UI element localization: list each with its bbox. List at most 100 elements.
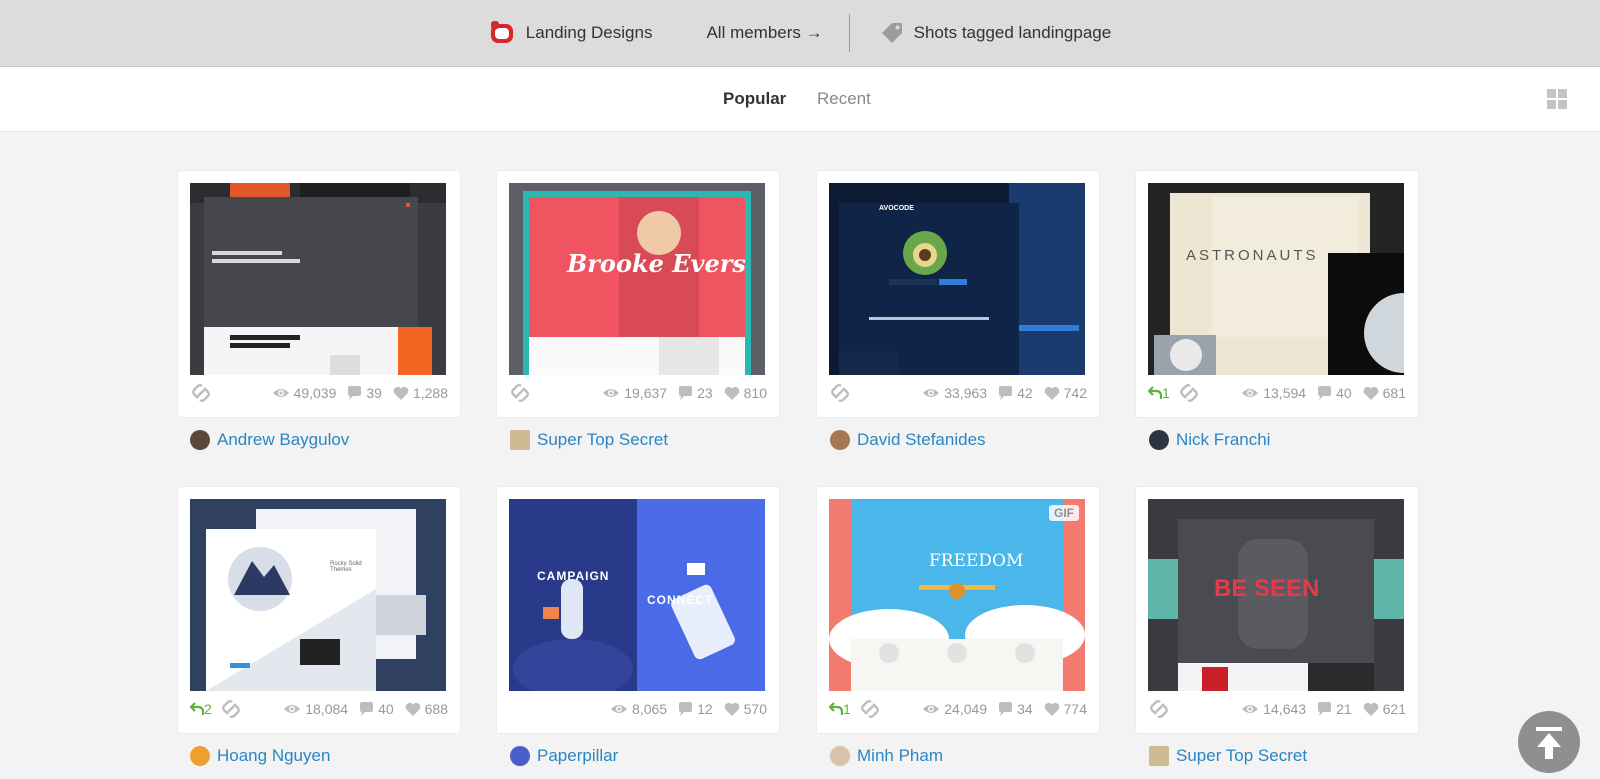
like-button[interactable]: 688 xyxy=(405,701,448,717)
shot-thumbnail[interactable]: Rocky Solid Themes xyxy=(190,499,446,691)
thumb-title: AVOCODE xyxy=(879,205,914,212)
attachment-link-icon[interactable] xyxy=(1148,698,1170,720)
avatar xyxy=(510,746,530,766)
comments-count: 21 xyxy=(1317,701,1352,717)
heart-icon xyxy=(1363,386,1378,400)
shot-card: CAMPAIGN CONNECT 8,065 12 570 xyxy=(497,487,779,733)
shot-stats: 2 18,084 40 688 xyxy=(190,696,448,722)
attachment-link-icon[interactable] xyxy=(829,382,851,404)
thumb-title: Rocky Solid Themes xyxy=(330,561,362,573)
shot-author[interactable]: Super Top Secret xyxy=(1149,746,1307,766)
team-logo-icon xyxy=(490,21,513,43)
like-button[interactable]: 810 xyxy=(724,385,767,401)
shot-thumbnail[interactable]: BE SEEN xyxy=(1148,499,1404,691)
comment-icon xyxy=(999,702,1013,716)
like-button[interactable]: 570 xyxy=(724,701,767,717)
tag-link[interactable]: Shots tagged landingpage xyxy=(878,19,1111,47)
shot-author[interactable]: Andrew Baygulov xyxy=(190,430,349,450)
shot-stats: 8,065 12 570 xyxy=(509,696,767,722)
shot-stats: 14,643 21 621 xyxy=(1148,696,1406,722)
team-link[interactable]: Landing Designs xyxy=(489,20,652,46)
avatar xyxy=(1149,746,1169,766)
comment-icon xyxy=(348,386,362,400)
thumb-title: FREEDOM xyxy=(929,551,1024,571)
comments-count: 12 xyxy=(678,701,713,717)
eye-icon xyxy=(611,705,628,713)
shot-author[interactable]: Hoang Nguyen xyxy=(190,746,330,766)
thumb-title: ASTRONAUTS xyxy=(1186,247,1319,264)
comments-count: 40 xyxy=(359,701,394,717)
shot-card: BE SEEN 14,643 21 621 xyxy=(1136,487,1418,733)
tag-icon xyxy=(881,23,902,43)
like-button[interactable]: 1,288 xyxy=(393,385,448,401)
heart-icon xyxy=(405,702,420,716)
views-count: 19,637 xyxy=(602,385,667,401)
shot-stats: 49,039 39 1,288 xyxy=(190,380,448,406)
like-button[interactable]: 742 xyxy=(1044,385,1087,401)
avatar xyxy=(830,430,850,450)
heart-icon xyxy=(1363,702,1378,716)
shot-thumbnail[interactable]: AVOCODE xyxy=(829,183,1085,375)
eye-icon xyxy=(272,389,289,397)
shot-author[interactable]: Super Top Secret xyxy=(510,430,668,450)
attachment-link-icon[interactable] xyxy=(509,382,531,404)
comment-icon xyxy=(679,702,693,716)
comment-icon xyxy=(679,386,693,400)
thumb-title: CONNECT xyxy=(647,593,714,607)
shot-thumbnail[interactable] xyxy=(190,183,446,375)
gif-badge: GIF xyxy=(1049,505,1079,521)
shot-thumbnail[interactable]: CAMPAIGN CONNECT xyxy=(509,499,765,691)
rebound-count[interactable]: 1 xyxy=(1148,385,1170,401)
heart-icon xyxy=(724,386,739,400)
attachment-link-icon[interactable] xyxy=(220,698,242,720)
shot-thumbnail[interactable]: FREEDOM GIF xyxy=(829,499,1085,691)
tab-recent[interactable]: Recent xyxy=(817,89,871,109)
all-members-link[interactable]: All members → xyxy=(706,23,822,43)
views-count: 49,039 xyxy=(272,385,336,401)
views-count: 33,963 xyxy=(922,385,987,401)
like-button[interactable]: 774 xyxy=(1044,701,1087,717)
arrow-up-icon xyxy=(1536,727,1562,759)
avatar xyxy=(190,746,210,766)
tab-popular[interactable]: Popular xyxy=(723,89,786,109)
shot-thumbnail[interactable]: ASTRONAUTS xyxy=(1148,183,1404,375)
attachment-link-icon[interactable] xyxy=(190,382,212,404)
team-header: Landing Designs All members → Shots tagg… xyxy=(0,0,1600,67)
eye-icon xyxy=(284,705,301,713)
eye-icon xyxy=(923,389,940,397)
rebound-arrow-icon xyxy=(829,702,843,715)
thumb-title: BE SEEN xyxy=(1214,575,1320,602)
rebound-count[interactable]: 1 xyxy=(829,701,851,717)
shot-thumbnail[interactable]: Brooke Evers xyxy=(509,183,765,375)
sort-tabs: Popular Recent xyxy=(0,67,1600,132)
shot-card: ASTRONAUTS 1 13,594 40 681 xyxy=(1136,171,1418,417)
attachment-link-icon[interactable] xyxy=(1178,382,1200,404)
shot-card: 49,039 39 1,288 xyxy=(178,171,460,417)
shot-author[interactable]: David Stefanides xyxy=(830,430,986,450)
heart-icon xyxy=(1044,702,1059,716)
shot-author[interactable]: Paperpillar xyxy=(510,746,618,766)
views-count: 14,643 xyxy=(1241,701,1306,717)
like-button[interactable]: 681 xyxy=(1363,385,1406,401)
scroll-to-top-button[interactable] xyxy=(1518,711,1580,773)
attachment-link-icon[interactable] xyxy=(859,698,881,720)
grid-view-icon[interactable] xyxy=(1547,89,1567,109)
avatar xyxy=(190,430,210,450)
shot-stats: 33,963 42 742 xyxy=(829,380,1087,406)
shot-author[interactable]: Nick Franchi xyxy=(1149,430,1270,450)
comments-count: 40 xyxy=(1317,385,1352,401)
rebound-arrow-icon xyxy=(1148,386,1162,399)
comment-icon xyxy=(1318,386,1332,400)
eye-icon xyxy=(603,389,620,397)
like-button[interactable]: 621 xyxy=(1363,701,1406,717)
shot-author[interactable]: Minh Pham xyxy=(830,746,943,766)
comments-count: 39 xyxy=(347,385,382,401)
comment-icon xyxy=(1318,702,1332,716)
avatar xyxy=(510,430,530,450)
views-count: 18,084 xyxy=(283,701,348,717)
shot-card: Brooke Evers 19,637 23 810 xyxy=(497,171,779,417)
comments-count: 42 xyxy=(998,385,1033,401)
eye-icon xyxy=(1242,705,1259,713)
rebound-count[interactable]: 2 xyxy=(190,701,212,717)
thumb-title: Brooke Evers xyxy=(567,249,746,278)
